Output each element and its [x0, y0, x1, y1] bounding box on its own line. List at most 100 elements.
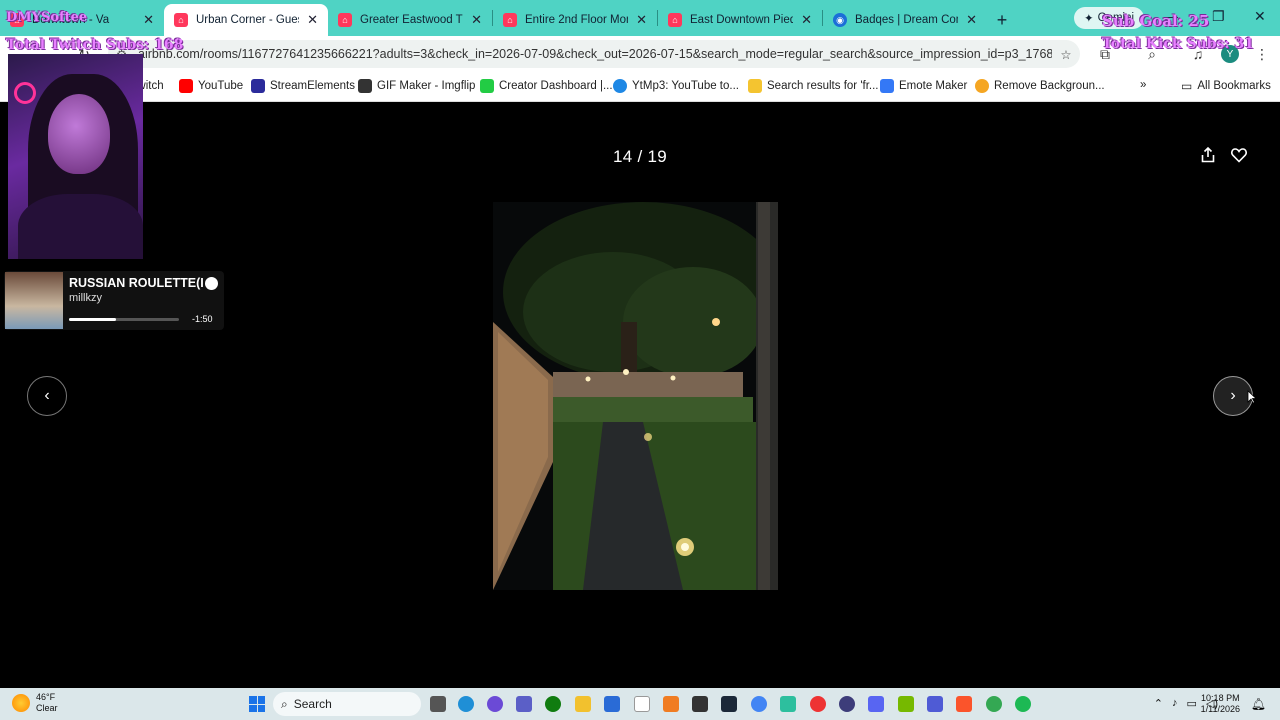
- streamer-name-overlay: DMYSoftee: [6, 10, 88, 25]
- ytmp3-icon: [613, 79, 627, 93]
- close-icon[interactable]: ✕: [307, 12, 318, 28]
- globe-icon: ◉: [833, 13, 847, 27]
- bookmark-search-results[interactable]: Search results for 'fr...: [748, 79, 879, 93]
- gif-icon: [880, 79, 894, 93]
- all-bookmarks-button[interactable]: ▭ All Bookmarks: [1181, 79, 1271, 93]
- url-text: airbnb.com/rooms/1167727641235666221?adu…: [138, 47, 1052, 61]
- spotify-icon: [205, 277, 218, 290]
- streamelements-icon: [251, 79, 265, 93]
- notepad-icon[interactable]: [634, 696, 650, 712]
- taskbar-clock[interactable]: 10:18 PM 1/11/2026: [1201, 693, 1240, 715]
- bookmark-label: Remove Backgroun...: [994, 80, 1105, 92]
- close-icon[interactable]: ✕: [966, 12, 977, 28]
- weather-temp: 46°F: [36, 692, 56, 702]
- close-icon[interactable]: ✕: [471, 12, 482, 28]
- nvidia-icon[interactable]: [898, 696, 914, 712]
- close-icon[interactable]: ✕: [143, 12, 154, 28]
- spotify-taskbar-icon[interactable]: [1015, 696, 1031, 712]
- new-tab-button[interactable]: +: [987, 4, 1017, 36]
- tab-badqes[interactable]: ◉ Badqes | Dream Conv ✕: [823, 4, 987, 36]
- menu-kebab-icon[interactable]: ⋮: [1254, 46, 1270, 62]
- tab-title: Urban Corner - Guesth: [196, 14, 299, 26]
- tab-greater-eastwood[interactable]: ⌂ Greater Eastwood Trip ✕: [328, 4, 492, 36]
- photo-counter: 14 / 19: [612, 147, 668, 166]
- track-title: RUSSIAN ROULETTE(I...: [69, 276, 204, 290]
- heart-icon[interactable]: [1230, 146, 1248, 164]
- twitch-subs-overlay: Total Twitch Subs: 168: [6, 37, 184, 53]
- now-playing-widget: RUSSIAN ROULETTE(I... millkzy -1:50: [4, 271, 224, 330]
- app-icon[interactable]: [663, 696, 679, 712]
- windows-taskbar: 46°F Clear ⌕ Search ⌃ ♪ ▭ ◁) 10:18 PM 1/…: [0, 688, 1280, 720]
- app3-icon[interactable]: [839, 696, 855, 712]
- tab-east-downtown[interactable]: ⌂ East Downtown Pied-a ✕: [658, 4, 822, 36]
- moon-weather-icon: [12, 694, 30, 712]
- share-icon[interactable]: [1199, 146, 1217, 164]
- file-explorer-icon[interactable]: [575, 696, 591, 712]
- tab-title: Entire 2nd Floor Mont: [525, 14, 629, 26]
- clock-time: 10:18 PM: [1201, 693, 1240, 703]
- taskbar-search[interactable]: ⌕ Search: [273, 692, 421, 716]
- edge-icon[interactable]: [458, 696, 474, 712]
- bookmark-imgflip[interactable]: GIF Maker - Imgflip: [358, 79, 475, 93]
- steam-icon[interactable]: [721, 696, 737, 712]
- app4-icon[interactable]: [927, 696, 943, 712]
- app2-icon[interactable]: [780, 696, 796, 712]
- brave-icon[interactable]: [956, 696, 972, 712]
- bookmark-youtube[interactable]: YouTube: [179, 79, 243, 93]
- display-icon[interactable]: ▭: [1186, 697, 1196, 710]
- teams-icon[interactable]: [516, 696, 532, 712]
- chrome-profile-icon[interactable]: [986, 696, 1002, 712]
- bookmark-remove-background[interactable]: Remove Backgroun...: [975, 79, 1105, 93]
- bookmark-ytmp3[interactable]: YtMp3: YouTube to...: [613, 79, 739, 93]
- chrome-icon[interactable]: [751, 696, 767, 712]
- all-bookmarks-label: All Bookmarks: [1197, 80, 1271, 92]
- task-view-icon[interactable]: [430, 696, 446, 712]
- close-icon[interactable]: ✕: [636, 12, 647, 28]
- windows-start-icon[interactable]: [249, 696, 265, 712]
- copilot-icon[interactable]: [487, 696, 503, 712]
- restore-icon[interactable]: ❐: [1212, 8, 1225, 25]
- tab-urban-corner[interactable]: ⌂ Urban Corner - Guesth ✕: [164, 4, 328, 36]
- notification-bell-icon[interactable]: 🔔︎: [1251, 697, 1266, 711]
- close-icon[interactable]: ✕: [801, 12, 812, 28]
- bookmark-label: Emote Maker: [899, 80, 968, 92]
- bookmark-star-icon[interactable]: ☆: [1052, 47, 1080, 62]
- discord-icon[interactable]: [868, 696, 884, 712]
- taskbar-search-label: Search: [293, 697, 332, 711]
- tab-title: Badqes | Dream Conv: [855, 14, 959, 26]
- sparkle-icon: ✦: [1084, 13, 1094, 25]
- bookmark-label: YtMp3: YouTube to...: [632, 80, 739, 92]
- bookmarks-bar: Twitch YouTube StreamElements GIF Maker …: [0, 72, 1280, 102]
- webcam-overlay: [8, 54, 143, 259]
- listing-photo: [493, 202, 778, 590]
- more-bookmarks-button[interactable]: »: [1140, 79, 1146, 91]
- search-icon: ⌕: [281, 696, 288, 711]
- window-close-icon[interactable]: ✕: [1254, 8, 1266, 25]
- weather-desc: Clear: [36, 703, 58, 713]
- kick-subs-overlay: Total Kick Subs: 31: [1102, 36, 1254, 52]
- mouse-cursor-icon: [1247, 390, 1257, 404]
- track-progress-fill: [69, 318, 117, 321]
- obs-icon[interactable]: [810, 696, 826, 712]
- tab-entire-2nd-floor[interactable]: ⌂ Entire 2nd Floor Mont ✕: [493, 4, 657, 36]
- xbox-icon[interactable]: [545, 696, 561, 712]
- airbnb-icon: ⌂: [503, 13, 517, 27]
- store-icon[interactable]: [604, 696, 620, 712]
- chevron-up-icon[interactable]: ⌃: [1154, 697, 1163, 710]
- bookmark-emote-maker[interactable]: Emote Maker: [880, 79, 967, 93]
- capture-icon[interactable]: [692, 696, 708, 712]
- track-artist: millkzy: [69, 292, 102, 304]
- browser-toolbar: ← → ↻ ⚙ airbnb.com/rooms/116772764123566…: [0, 36, 1280, 72]
- airbnb-icon: ⌂: [174, 13, 188, 27]
- bookmark-icon: [748, 79, 762, 93]
- bookmark-creator-dashboard[interactable]: Creator Dashboard |...: [480, 79, 613, 93]
- microphone-icon[interactable]: ♪: [1172, 697, 1178, 710]
- track-time-remaining: -1:50: [192, 314, 213, 324]
- tab-title: East Downtown Pied-a: [690, 14, 794, 26]
- weather-text: 46°F Clear: [36, 692, 58, 714]
- album-art: [5, 272, 63, 329]
- previous-photo-button[interactable]: ‹: [27, 376, 67, 416]
- bookmark-streamelements[interactable]: StreamElements: [251, 79, 355, 93]
- address-bar[interactable]: ⚙ airbnb.com/rooms/1167727641235666221?a…: [108, 40, 1080, 68]
- weather-widget[interactable]: 46°F Clear: [12, 692, 58, 714]
